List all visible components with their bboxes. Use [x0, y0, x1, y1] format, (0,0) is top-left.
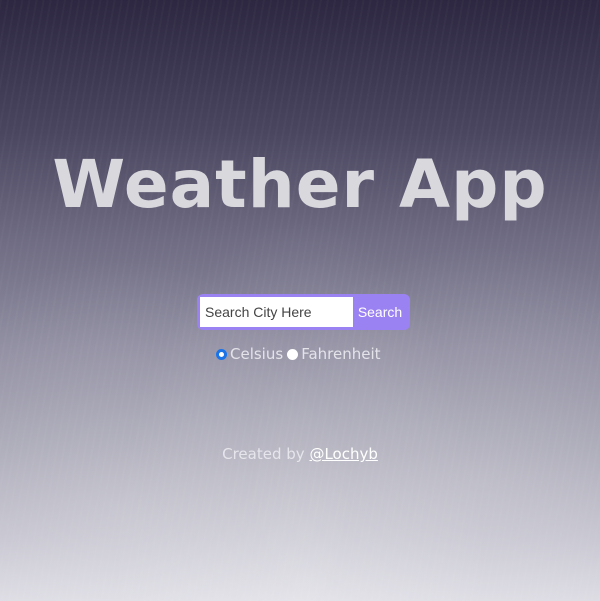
unit-selector: Celsius Fahrenheit [215, 345, 384, 363]
author-link[interactable]: @Lochyb [309, 445, 377, 463]
celsius-label[interactable]: Celsius [230, 345, 283, 363]
celsius-radio[interactable] [216, 348, 227, 360]
page-title: Weather App [52, 146, 548, 223]
credit-prefix: Created by [222, 445, 305, 463]
fahrenheit-label[interactable]: Fahrenheit [301, 345, 380, 363]
search-button[interactable]: Search [353, 297, 407, 327]
search-form: Search [197, 294, 410, 330]
footer-credit: Created by @Lochyb [0, 445, 600, 463]
fahrenheit-radio[interactable] [287, 348, 299, 360]
search-input[interactable] [200, 297, 353, 327]
